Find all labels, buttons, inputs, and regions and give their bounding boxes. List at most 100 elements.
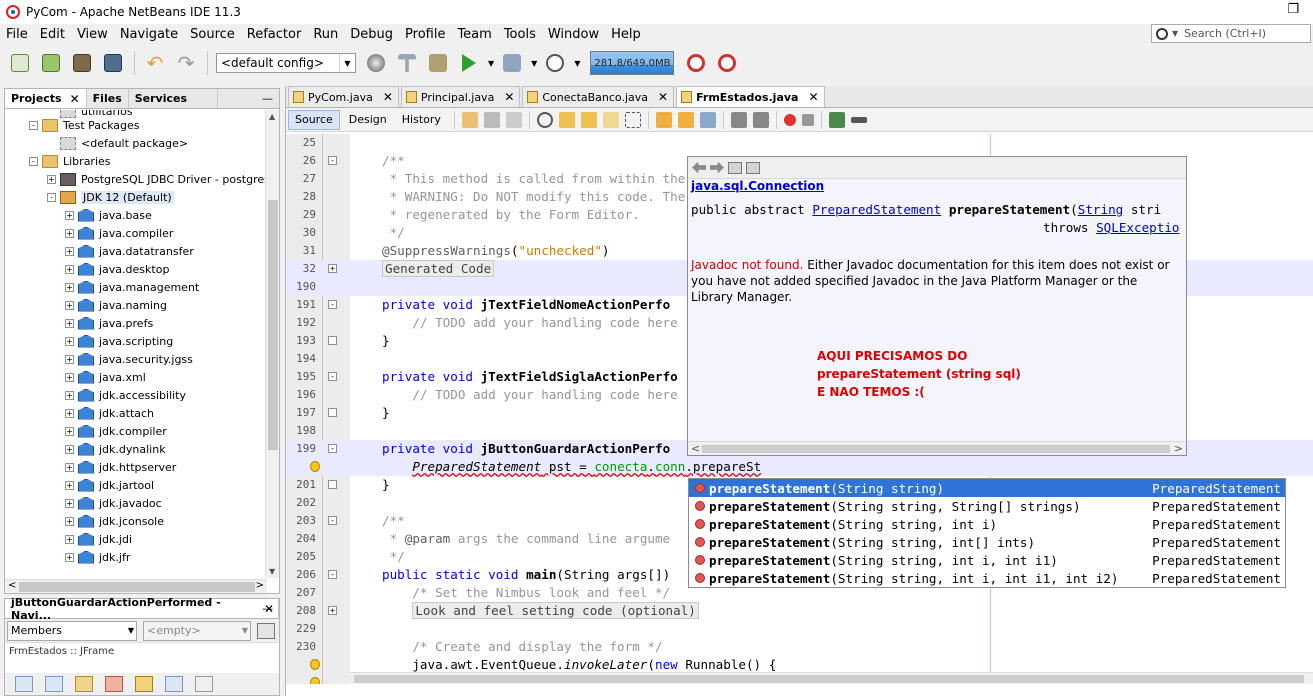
scroll-right-icon[interactable]: > (1174, 442, 1183, 455)
record-macro-icon[interactable] (783, 113, 796, 126)
collapse-fold-icon[interactable]: - (328, 516, 337, 525)
toggle-bookmark-icon[interactable] (699, 111, 716, 128)
expand-icon[interactable]: + (65, 552, 74, 562)
menu-edit[interactable]: Edit (34, 27, 71, 42)
tree-item[interactable]: + java.security.jgss (5, 350, 267, 368)
collapse-fold-icon[interactable]: - (328, 156, 337, 165)
expand-icon[interactable]: + (65, 516, 74, 526)
expand-icon[interactable]: + (65, 372, 74, 382)
expand-icon[interactable]: + (65, 534, 74, 544)
history-view-button[interactable]: History (396, 110, 447, 130)
navigator-settings-icon[interactable] (257, 622, 275, 639)
tab-projects[interactable]: Projects ✕ (5, 89, 87, 108)
expand-icon[interactable]: + (65, 480, 74, 490)
tree-item[interactable]: <default package> (5, 134, 267, 152)
scrollbar-thumb[interactable] (268, 200, 278, 450)
close-icon[interactable]: ✕ (808, 90, 818, 104)
expand-icon[interactable]: + (65, 444, 74, 454)
tree-item[interactable]: + jdk.jdi (5, 530, 267, 548)
code-line[interactable]: PreparedStatement pst = conecta.conn.pre… (286, 458, 1313, 476)
back-icon[interactable] (483, 111, 500, 128)
expand-fold-icon[interactable]: + (328, 264, 337, 273)
completion-item[interactable]: prepareStatement(String string, int i, i… (689, 569, 1285, 587)
next-bookmark-icon[interactable] (677, 111, 694, 128)
project-tree[interactable]: utilitarios - Test Packages <default packag… (5, 110, 267, 578)
source-view-button[interactable]: Source (288, 109, 340, 130)
expand-icon[interactable]: + (65, 390, 74, 400)
chevron-down-icon[interactable]: ▼ (574, 59, 580, 68)
collapse-icon[interactable]: - (29, 156, 38, 166)
scrollbar-thumb[interactable] (702, 445, 1170, 453)
save-all-button[interactable] (101, 51, 125, 75)
completion-item[interactable]: prepareStatement(String string, String[]… (689, 497, 1285, 515)
tree-item[interactable]: + jdk.jartool (5, 476, 267, 494)
show-static-icon[interactable] (45, 676, 63, 692)
close-icon[interactable]: ✕ (504, 90, 514, 104)
expand-icon[interactable]: + (65, 228, 74, 238)
tree-item[interactable]: - Test Packages (5, 116, 267, 134)
tree-item[interactable]: + java.management (5, 278, 267, 296)
comment-icon[interactable] (828, 111, 845, 128)
scroll-down-icon[interactable]: ▼ (269, 567, 275, 576)
tree-item[interactable]: + PostgreSQL JDBC Driver - postgresql (5, 170, 267, 188)
expand-icon[interactable]: + (65, 282, 74, 292)
scroll-right-icon[interactable]: > (256, 580, 264, 591)
signature-param-type-link[interactable]: String (1078, 202, 1124, 217)
new-file-button[interactable] (8, 51, 32, 75)
tree-item[interactable]: + java.base (5, 206, 267, 224)
select-rect-icon[interactable] (624, 111, 641, 128)
expand-icon[interactable]: + (65, 426, 74, 436)
tree-item[interactable]: + jdk.accessibility (5, 386, 267, 404)
completion-item[interactable]: prepareStatement(String string, int i) Pr… (689, 515, 1285, 533)
tab-files[interactable]: Files (87, 89, 129, 108)
code-line[interactable]: 230 /* Create and display the form */ (286, 638, 1313, 656)
code-line[interactable]: 208 + Look and feel setting code (optiona… (286, 602, 1313, 620)
last-edit-icon[interactable] (461, 111, 478, 128)
inherited-icon[interactable] (105, 676, 123, 692)
forward-icon[interactable] (505, 111, 522, 128)
completion-item[interactable]: prepareStatement(String string, int i, i… (689, 551, 1285, 569)
scroll-left-icon[interactable]: < (8, 580, 16, 591)
scroll-left-icon[interactable]: < (691, 442, 700, 455)
tree-item[interactable]: + java.xml (5, 368, 267, 386)
expand-icon[interactable]: + (65, 336, 74, 346)
sort-by-name-icon[interactable] (165, 676, 183, 692)
run-button[interactable] (457, 51, 481, 75)
menu-profile[interactable]: Profile (399, 27, 451, 42)
undo-button[interactable]: ↶ (143, 51, 167, 75)
throws-type-link[interactable]: SQLExceptio (1096, 220, 1179, 235)
show-fields-icon[interactable] (15, 676, 33, 692)
find-next-icon[interactable] (580, 111, 597, 128)
collapse-icon[interactable]: - (47, 192, 56, 202)
lock-icon[interactable] (75, 676, 93, 692)
menu-help[interactable]: Help (605, 27, 647, 42)
collapse-fold-icon[interactable]: - (328, 570, 337, 579)
menu-run[interactable]: Run (307, 27, 344, 42)
tree-item[interactable]: + jdk.jconsole (5, 512, 267, 530)
profile-button[interactable] (543, 51, 567, 75)
expand-icon[interactable]: + (47, 174, 56, 184)
stop-profiler-button[interactable] (715, 51, 739, 75)
tab-pycom-java[interactable]: PyCom.java ✕ (288, 86, 399, 107)
tree-item[interactable]: + jdk.javadoc (5, 494, 267, 512)
collapse-fold-icon[interactable]: - (328, 444, 337, 453)
build-button[interactable] (426, 51, 450, 75)
tree-item[interactable]: + jdk.dynalink (5, 440, 267, 458)
stop-macro-icon[interactable] (801, 113, 814, 126)
scroll-up-icon[interactable]: ▲ (269, 112, 275, 121)
javadoc-horizontal-scrollbar[interactable]: < > (688, 441, 1186, 455)
forward-arrow-icon[interactable] (710, 161, 724, 174)
uncomment-icon[interactable] (850, 116, 867, 123)
open-project-button[interactable] (70, 51, 94, 75)
tab-conectabanco-java[interactable]: ConectaBanco.java ✕ (522, 86, 675, 107)
hint-bulb-icon[interactable] (310, 659, 320, 670)
collapse-icon[interactable]: - (29, 120, 38, 130)
hint-bulb-icon[interactable] (310, 677, 320, 684)
restore-window-icon[interactable]: ❐ (1287, 2, 1299, 17)
scrollbar-thumb[interactable] (19, 582, 255, 592)
close-icon[interactable]: ✕ (658, 90, 668, 104)
completion-item[interactable]: prepareStatement(String string, int[] in… (689, 533, 1285, 551)
code-horizontal-scrollbar[interactable] (350, 672, 1313, 684)
find-previous-icon[interactable] (558, 111, 575, 128)
menu-debug[interactable]: Debug (344, 27, 399, 42)
